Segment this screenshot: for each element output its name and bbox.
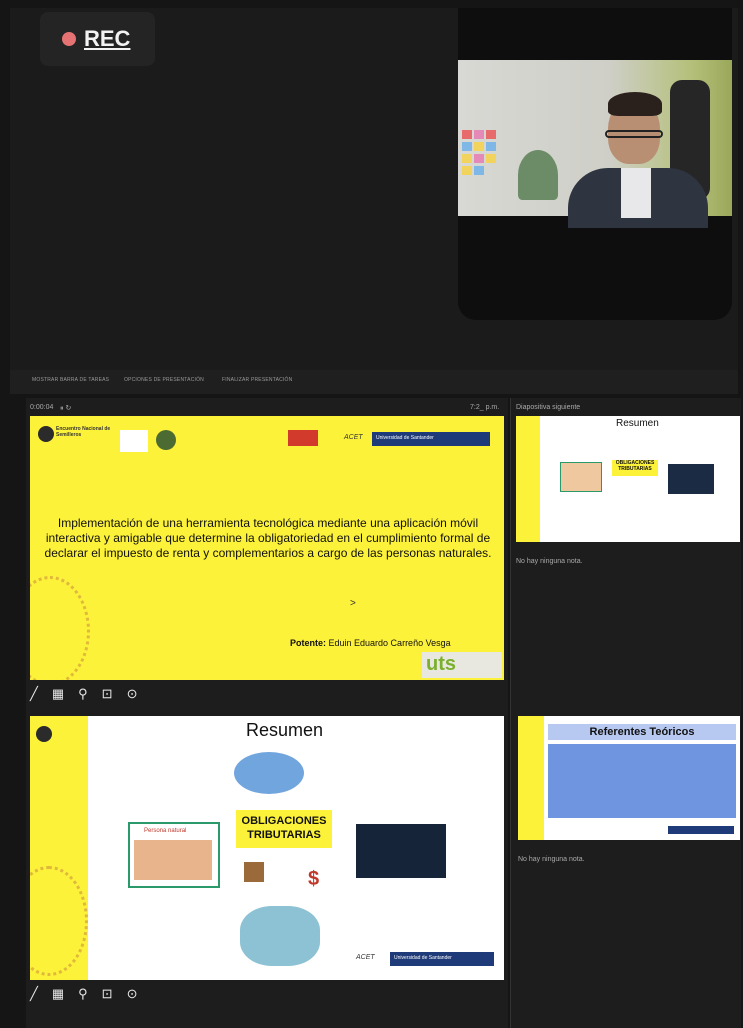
money-bags-icon: [244, 862, 264, 882]
persona-natural-box: Persona natural: [128, 822, 220, 888]
next-slide-thumbnail[interactable]: Resumen OBLIGACIONES TRIBUTARIAS: [516, 416, 740, 542]
monitor-icon-2[interactable]: ⊡: [102, 986, 113, 1002]
thumb-people-icon: [560, 462, 602, 492]
org-logo-icon: [38, 426, 54, 442]
resumen-title: Resumen: [246, 720, 324, 740]
thumb-network-icon: [668, 464, 714, 494]
university-logo-2: Universidad de Santander: [390, 952, 494, 966]
mobile-app-icon: [240, 906, 320, 966]
referentes-body: [548, 744, 736, 818]
annotation-tools-2: ╱ ▦ ⚲ ⊡ ⊙: [30, 986, 137, 1002]
seal-logo-icon: [156, 430, 176, 450]
dollar-icon: $: [308, 868, 320, 890]
current-slide[interactable]: Encuentro Nacional de Semilleros ACET Un…: [30, 416, 504, 680]
next-thumb-title: Resumen: [616, 418, 659, 429]
presenter-credit: Potente: Eduin Eduardo Carreño Vesga: [290, 638, 451, 648]
obligations-box: OBLIGACIONES TRIBUTARIAS: [236, 810, 332, 848]
monitor-icon[interactable]: ⊡: [102, 686, 113, 702]
toolbar-display-settings[interactable]: OPCIONES DE PRESENTACIÓN: [124, 377, 204, 383]
participant-video-tile[interactable]: [458, 8, 732, 320]
recording-label: REC: [84, 26, 131, 51]
org-name: Encuentro Nacional de Semilleros: [56, 426, 111, 438]
annotation-tools-1: ╱ ▦ ⚲ ⊡ ⊙: [30, 686, 137, 702]
recording-indicator: REC: [40, 12, 155, 66]
magnifier-icon-2[interactable]: ⚲: [78, 986, 88, 1002]
more-icon[interactable]: ⊙: [127, 686, 138, 702]
slide-title: Implementación de una herramienta tecnol…: [44, 516, 492, 560]
presenter-toolbar-strip: [10, 370, 738, 394]
decorative-circle-icon: [30, 576, 90, 680]
next-arrow-icon[interactable]: >: [350, 598, 356, 609]
sponsor-logo-icon: [288, 430, 318, 446]
next-slide-label: Diapositiva siguiente: [516, 404, 581, 411]
record-dot-icon: [62, 32, 76, 46]
pen-icon-2[interactable]: ╱: [30, 986, 38, 1002]
notes-text-1: No hay ninguna nota.: [516, 558, 583, 565]
acet-logo: ACET: [344, 434, 363, 441]
digital-network-icon: [356, 824, 446, 878]
more-icon-2[interactable]: ⊙: [127, 986, 138, 1002]
next-slide-thumbnail-2[interactable]: Referentes Teóricos: [518, 716, 740, 840]
mexico-logo-icon: [120, 430, 148, 452]
university-logo-3: [668, 826, 734, 834]
referentes-title: Referentes Teóricos: [548, 724, 736, 740]
toolbar-show-taskbar[interactable]: MOSTRAR BARRA DE TAREAS: [32, 377, 109, 383]
pause-icon[interactable]: ⏸ ↻: [60, 404, 71, 413]
grid-icon[interactable]: ▦: [52, 686, 64, 702]
elapsed-timer: 0:00:04: [30, 404, 54, 411]
org-logo-icon-2: [36, 726, 52, 742]
social-network-icon: [234, 752, 304, 794]
resumen-slide[interactable]: Resumen OBLIGACIONES TRIBUTARIAS Persona…: [30, 716, 504, 980]
magnifier-icon[interactable]: ⚲: [78, 686, 88, 702]
acet-logo-2: ACET: [356, 954, 375, 961]
pen-icon[interactable]: ╱: [30, 686, 38, 702]
next-thumb-center: OBLIGACIONES TRIBUTARIAS: [612, 460, 658, 476]
uts-logo: uts: [422, 652, 502, 678]
grid-icon-2[interactable]: ▦: [52, 986, 64, 1002]
participant-camera-feed: [458, 60, 732, 228]
notes-text-2: No hay ninguna nota.: [518, 856, 585, 863]
university-logo: Universidad de Santander: [372, 432, 490, 446]
clock: 7:2_ p.m.: [470, 404, 500, 411]
toolbar-end-show[interactable]: FINALIZAR PRESENTACIÓN: [222, 377, 292, 383]
